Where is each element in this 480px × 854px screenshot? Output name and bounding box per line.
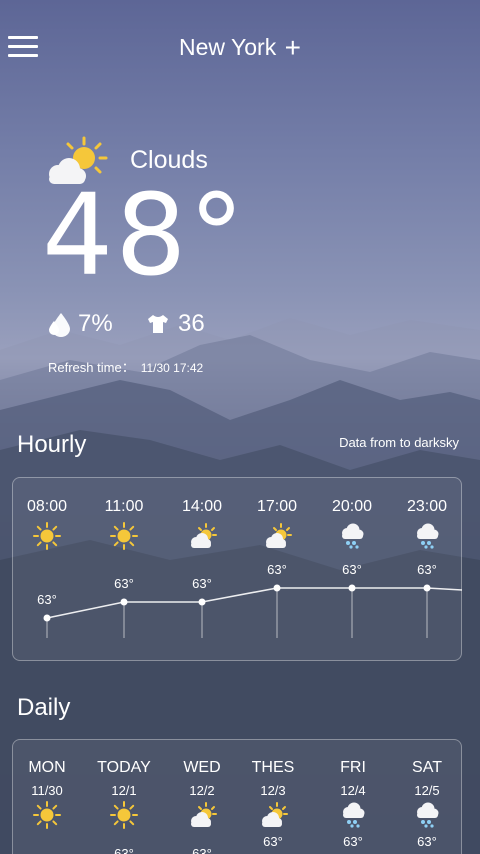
refresh-time: Refresh time： 11/30 17:42 — [48, 357, 203, 376]
sun-icon — [33, 801, 61, 829]
daily-title: Daily — [17, 694, 71, 721]
hourly-forecast-card[interactable]: 63° 63° 63° 63° 63° 63° 08:00 11:00 14:00 17:00 2… — [12, 477, 463, 661]
hourly-item: 23:00 — [392, 498, 462, 550]
hourly-item: 08:00 — [12, 498, 82, 550]
daily-item[interactable]: WED 12/2 — [167, 759, 237, 829]
hourly-point — [273, 584, 281, 592]
current-temperature: 48° — [42, 171, 247, 301]
daily-day: SAT — [412, 759, 442, 776]
hourly-temp-label: 63° — [192, 576, 212, 591]
daily-day: MON — [28, 759, 66, 776]
daily-item[interactable]: THES 12/3 — [238, 759, 308, 829]
feels-like-value: 36 — [178, 310, 205, 337]
humidity-drop-icon — [49, 313, 70, 337]
daily-item[interactable]: TODAY 12/1 — [89, 759, 159, 829]
tshirt-icon — [148, 315, 168, 333]
hourly-item: 11:00 — [89, 498, 159, 550]
hourly-point — [198, 598, 206, 606]
city-selector[interactable]: New York + — [0, 32, 480, 64]
partly-cloudy-icon — [191, 523, 217, 548]
hourly-point — [348, 584, 356, 592]
daily-date: 12/3 — [260, 783, 286, 798]
daily-item[interactable]: SAT 12/5 — [392, 759, 462, 829]
daily-day: THES — [251, 759, 295, 776]
partly-cloudy-icon — [266, 523, 292, 548]
mountain-background — [0, 318, 480, 854]
humidity-value: 7% — [78, 310, 113, 337]
sun-icon — [110, 801, 138, 829]
partly-cloudy-icon — [262, 802, 288, 827]
snow-cloud-icon — [417, 523, 439, 549]
daily-temp-label: 63° — [192, 846, 212, 854]
hourly-point — [43, 614, 51, 622]
hourly-time: 08:00 — [26, 498, 68, 515]
header: New York + — [0, 28, 480, 68]
sun-icon — [110, 522, 138, 550]
daily-forecast-card[interactable]: MON 11/30 TODAY 12/1 63° WED 12/2 63° THES 12/3 63… — [12, 739, 462, 854]
snow-cloud-icon — [342, 523, 364, 549]
add-city-icon[interactable]: + — [285, 32, 301, 63]
hourly-temp-label: 63° — [37, 592, 57, 607]
hourly-item: 17:00 — [242, 498, 312, 550]
snow-cloud-icon — [417, 802, 439, 828]
hourly-temp-label: 63° — [267, 562, 287, 577]
daily-day: WED — [183, 759, 221, 776]
humidity-stat: 7% — [48, 310, 113, 338]
city-name[interactable]: New York — [179, 34, 276, 60]
daily-date: 11/30 — [31, 783, 63, 798]
sun-icon — [33, 522, 61, 550]
daily-item[interactable]: FRI 12/4 — [318, 759, 388, 829]
feels-like-stat: 36 — [146, 310, 205, 338]
daily-date: 12/5 — [414, 783, 440, 798]
hourly-title: Hourly — [17, 431, 87, 458]
hourly-time: 14:00 — [181, 498, 223, 515]
snow-cloud-icon — [343, 802, 365, 828]
daily-temp-label: 63° — [263, 834, 283, 849]
hourly-temp-line — [46, 587, 463, 619]
daily-date: 12/2 — [189, 783, 215, 798]
daily-item[interactable]: MON 11/30 — [12, 759, 82, 829]
hourly-time: 23:00 — [406, 498, 448, 515]
hourly-point — [120, 598, 128, 606]
data-source: Data from to darksky — [339, 435, 459, 450]
refresh-label: Refresh time： — [48, 360, 135, 375]
daily-temp-label: 63° — [343, 834, 363, 849]
daily-date: 12/4 — [340, 783, 366, 798]
partly-cloudy-icon — [191, 802, 217, 827]
hourly-point — [423, 584, 431, 592]
daily-date: 12/1 — [111, 783, 137, 798]
daily-temp-label: 63° — [114, 846, 134, 854]
hourly-item: 20:00 — [317, 498, 387, 550]
hourly-time: 20:00 — [331, 498, 373, 515]
hourly-temp-label: 63° — [114, 576, 134, 591]
refresh-value: 11/30 17:42 — [140, 361, 204, 375]
hourly-time: 11:00 — [104, 498, 144, 515]
hourly-temp-label: 63° — [417, 562, 437, 577]
hourly-time: 17:00 — [256, 498, 298, 515]
daily-temp-label: 63° — [417, 834, 437, 849]
daily-day: FRI — [340, 759, 366, 776]
hourly-item: 14:00 — [167, 498, 237, 550]
hourly-temp-label: 63° — [342, 562, 362, 577]
daily-day: TODAY — [97, 759, 151, 776]
